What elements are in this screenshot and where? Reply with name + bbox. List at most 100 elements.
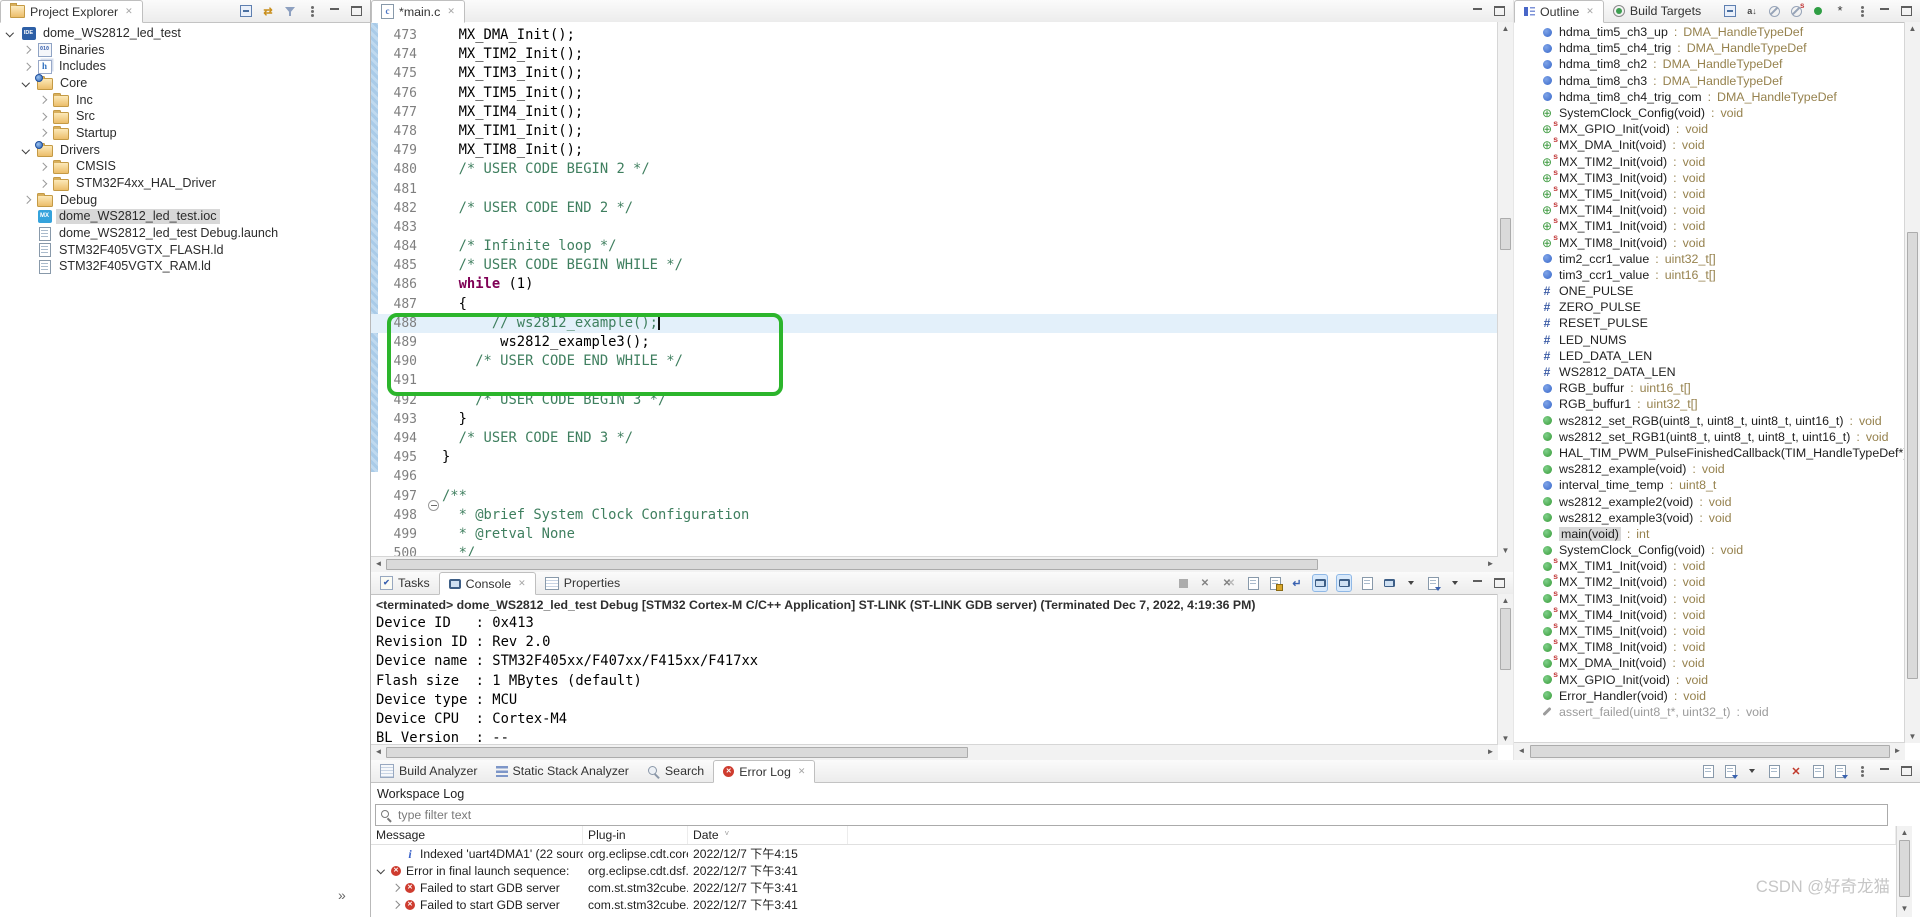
code-line[interactable]: 478 MX_TIM1_Init(); <box>371 122 1498 141</box>
tab-build-analyzer[interactable]: Build Analyzer <box>371 760 487 782</box>
minimize-button[interactable] <box>327 3 341 19</box>
scroll-left-icon[interactable]: ◄ <box>371 557 386 570</box>
tree-item-label[interactable]: Src <box>73 109 98 124</box>
code-line[interactable]: 499 * @retval None <box>371 525 1498 544</box>
maximize-button[interactable] <box>1492 3 1506 19</box>
filter-button[interactable] <box>283 3 297 19</box>
outline-item[interactable]: ws2812_set_RGB1(uint8_t, uint8_t, uint8_… <box>1514 429 1905 445</box>
tree-item[interactable]: Drivers <box>0 142 370 159</box>
outline-item[interactable]: ZERO_PULSE <box>1514 299 1905 315</box>
maximize-button[interactable] <box>1492 575 1506 591</box>
symbol-name[interactable]: RGB_buffur <box>1559 381 1624 395</box>
expand-arrow-icon[interactable] <box>36 110 49 123</box>
outline-item[interactable]: RGB_buffur1 : uint32_t[] <box>1514 396 1905 412</box>
hide-fields-button[interactable] <box>1767 3 1781 19</box>
tab-properties[interactable]: Properties <box>536 572 629 594</box>
view-menu-button[interactable] <box>1855 3 1869 19</box>
code-line[interactable]: 486 while (1) <box>371 275 1498 294</box>
outline-item[interactable]: main(void) : int <box>1514 526 1905 542</box>
expand-arrow-icon[interactable] <box>20 210 33 223</box>
tree-item[interactable]: Startup <box>0 125 370 142</box>
tree-item-label[interactable]: dome_WS2812_led_test <box>40 26 184 41</box>
symbol-name[interactable]: SystemClock_Config(void) <box>1559 106 1705 120</box>
code-line[interactable]: 495 } <box>371 448 1498 467</box>
word-wrap-button[interactable]: ↵ <box>1290 575 1304 591</box>
code-text[interactable]: /* USER CODE BEGIN 2 */ <box>442 160 1498 179</box>
code-text[interactable]: // ws2812_example(); <box>442 314 1498 333</box>
outline-item[interactable]: MX_GPIO_Init(void) : void <box>1514 672 1905 688</box>
scroll-down-icon[interactable]: ▼ <box>1897 902 1912 915</box>
collapse-all-button[interactable] <box>239 3 253 19</box>
outline-item[interactable]: MX_TIM2_Init(void) : void <box>1514 154 1905 170</box>
symbol-name[interactable]: MX_TIM3_Init(void) <box>1559 592 1667 606</box>
editor-horizontal-scrollbar[interactable]: ◄ ► <box>371 556 1498 572</box>
pin-console-button[interactable] <box>1360 575 1374 591</box>
filter-field[interactable] <box>375 804 1888 826</box>
tree-item-label[interactable]: Includes <box>56 59 109 74</box>
symbol-name[interactable]: SystemClock_Config(void) <box>1559 543 1705 557</box>
outline-item[interactable]: MX_TIM1_Init(void) : void <box>1514 558 1905 574</box>
code-line[interactable]: 479 MX_TIM8_Init(); <box>371 141 1498 160</box>
code-editor[interactable]: 473 MX_DMA_Init(); 474 MX_TIM2_Init(); 4… <box>371 22 1498 557</box>
tree-item[interactable]: Core <box>0 75 370 92</box>
minimize-button[interactable] <box>1470 575 1484 591</box>
outline-item[interactable]: LED_DATA_LEN <box>1514 348 1905 364</box>
outline-item[interactable]: MX_GPIO_Init(void) : void <box>1514 121 1905 137</box>
outline-item[interactable]: MX_TIM2_Init(void) : void <box>1514 574 1905 590</box>
table-row[interactable]: Failed to start GDB server com.st.stm32c… <box>371 879 1896 896</box>
expand-arrow-icon[interactable] <box>20 194 33 207</box>
symbol-name[interactable]: MX_GPIO_Init(void) <box>1559 122 1670 136</box>
outline-item[interactable]: Error_Handler(void) : void <box>1514 688 1905 704</box>
outline-item[interactable]: RESET_PULSE <box>1514 315 1905 331</box>
code-text[interactable]: /* USER CODE BEGIN WHILE */ <box>442 256 1498 275</box>
tree-item[interactable]: dome_WS2812_led_test <box>0 25 370 42</box>
tree-item[interactable]: Binaries <box>0 42 370 59</box>
code-text[interactable]: /* USER CODE END WHILE */ <box>442 352 1498 371</box>
outline-item[interactable]: MX_TIM1_Init(void) : void <box>1514 218 1905 234</box>
code-text[interactable]: MX_TIM2_Init(); <box>442 45 1498 64</box>
display-console-button[interactable] <box>1382 575 1396 591</box>
maximize-button[interactable] <box>349 3 363 19</box>
scroll-down-icon[interactable]: ▼ <box>1498 732 1513 745</box>
minimize-button[interactable] <box>1877 763 1891 779</box>
expand-arrow-icon[interactable] <box>20 144 33 157</box>
code-text[interactable]: } <box>442 448 1498 467</box>
outline-item[interactable]: LED_NUMS <box>1514 332 1905 348</box>
symbol-name[interactable]: MX_TIM8_Init(void) <box>1559 640 1667 654</box>
symbol-name[interactable]: ws2812_example3(void) <box>1559 511 1693 525</box>
maximize-button[interactable] <box>1899 763 1913 779</box>
tree-item-label[interactable]: STM32F405VGTX_RAM.ld <box>56 259 214 274</box>
code-line[interactable]: 494 /* USER CODE END 3 */ <box>371 429 1498 448</box>
symbol-name[interactable]: MX_TIM2_Init(void) <box>1559 575 1667 589</box>
outline-item[interactable]: hdma_tim5_ch3_up : DMA_HandleTypeDef <box>1514 24 1905 40</box>
expand-arrow-icon[interactable] <box>20 244 33 257</box>
outline-item[interactable]: ws2812_example2(void) : void <box>1514 493 1905 509</box>
display-console-dropdown[interactable] <box>1404 575 1418 591</box>
console-vertical-scrollbar[interactable]: ▲ ▼ <box>1497 594 1513 745</box>
code-line[interactable]: 497 /** <box>371 487 1498 506</box>
close-icon[interactable]: ✕ <box>125 6 133 17</box>
expand-arrow-icon[interactable] <box>20 44 33 57</box>
tree-item[interactable]: Includes <box>0 58 370 75</box>
outline-item[interactable]: MX_TIM4_Init(void) : void <box>1514 607 1905 623</box>
code-line[interactable]: 484 /* Infinite loop */ <box>371 237 1498 256</box>
symbol-name[interactable]: MX_TIM5_Init(void) <box>1559 187 1667 201</box>
log-actions-dropdown[interactable] <box>1745 763 1759 779</box>
tab-build-targets[interactable]: Build Targets <box>1604 0 1710 22</box>
tab-project-explorer[interactable]: Project Explorer ✕ <box>0 0 143 23</box>
tree-item[interactable]: STM32F4xx_HAL_Driver <box>0 175 370 192</box>
tree-item-label[interactable]: STM32F4xx_HAL_Driver <box>73 176 219 191</box>
console-output[interactable]: Device ID : 0x413 Revision ID : Rev 2.0 … <box>376 614 758 748</box>
outline-item[interactable]: tim3_ccr1_value : uint16_t[] <box>1514 267 1905 283</box>
symbol-name[interactable]: MX_GPIO_Init(void) <box>1559 673 1670 687</box>
symbol-name[interactable]: MX_TIM8_Init(void) <box>1559 236 1667 250</box>
expand-arrow-icon[interactable] <box>4 27 17 40</box>
expand-arrow-icon[interactable] <box>36 94 49 107</box>
tab-main-c[interactable]: *main.c ✕ <box>371 0 465 23</box>
delete-log-button[interactable]: ✕ <box>1789 763 1803 779</box>
tree-item-label[interactable]: STM32F405VGTX_FLASH.ld <box>56 243 226 258</box>
hide-static-members-button[interactable] <box>1789 3 1803 19</box>
symbol-name[interactable]: ws2812_example(void) <box>1559 462 1686 476</box>
code-text[interactable]: * @brief System Clock Configuration <box>442 506 1498 525</box>
expand-arrow-icon[interactable] <box>390 849 400 859</box>
